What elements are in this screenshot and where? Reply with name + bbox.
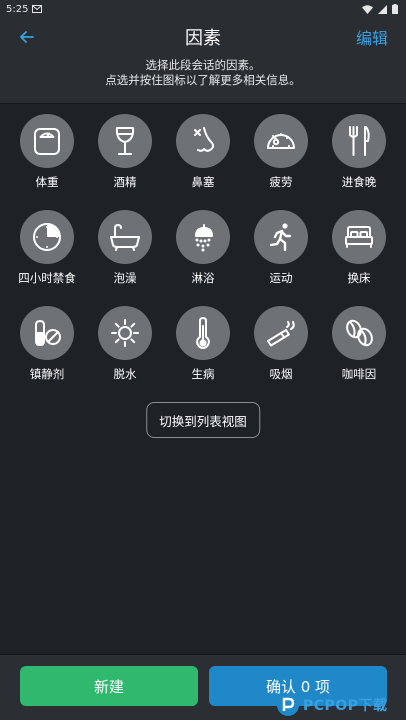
scale-icon [34, 128, 60, 155]
factor-illness[interactable]: 生病 [175, 306, 231, 382]
factor-sedatives[interactable]: 镇静剂 [19, 306, 75, 382]
factor-label: 脱水 [113, 367, 137, 381]
page-title: 因素 [185, 28, 221, 49]
cigarette-icon [267, 321, 295, 347]
factor-circle [176, 210, 230, 264]
factor-bath[interactable]: 泡澡 [97, 210, 153, 286]
factor-circle [20, 306, 74, 360]
factor-circle [98, 306, 152, 360]
factor-label: 泡澡 [113, 271, 137, 285]
instructions: 选择此段会话的因素。 点选并按住图标以了解更多相关信息。 [0, 58, 406, 88]
instructions-line-1: 选择此段会话的因素。 [145, 58, 261, 72]
status-time: 5:25 [6, 3, 29, 15]
clock-pie-icon [33, 223, 61, 251]
factor-circle [254, 114, 308, 168]
factor-circle [254, 306, 308, 360]
factor-circle [20, 114, 74, 168]
factor-fatigue[interactable]: 疲劳 [253, 114, 309, 190]
watermark-text: PCPOP下载 [303, 698, 388, 714]
factor-label: 咖啡因 [341, 367, 377, 381]
factor-label: 运动 [269, 271, 293, 285]
factor-row: 四小时禁食 泡澡 淋浴 运动 换床 [0, 210, 406, 286]
factor-label: 换床 [347, 271, 371, 285]
gmail-icon [32, 5, 43, 13]
coffee-bean-icon [346, 319, 373, 347]
pcpop-logo-icon [277, 694, 299, 716]
factor-label: 进食晚 [341, 175, 377, 189]
pills-icon [35, 320, 61, 346]
signal-icon [378, 4, 387, 14]
factor-alcohol[interactable]: 酒精 [97, 114, 153, 190]
factor-row: 体重 酒精 鼻塞 疲劳 进食晚 [0, 114, 406, 190]
wifi-icon [362, 4, 373, 14]
factor-circle [332, 210, 386, 264]
factor-circle [98, 210, 152, 264]
factor-label: 镇静剂 [29, 367, 65, 381]
factor-label: 淋浴 [191, 271, 215, 285]
factor-label: 四小时禁食 [18, 271, 76, 285]
battery-icon [392, 4, 398, 14]
sun-icon [111, 319, 139, 347]
new-button[interactable]: 新建 [20, 666, 198, 706]
nose-icon [194, 127, 215, 152]
thermometer-icon [196, 317, 210, 349]
status-left: 5:25 [6, 3, 43, 15]
factor-circle [98, 114, 152, 168]
factor-label: 疲劳 [269, 175, 293, 189]
status-bar: 5:25 [0, 0, 406, 18]
factor-caffeine[interactable]: 咖啡因 [331, 306, 387, 382]
factor-circle [176, 306, 230, 360]
factor-circle [176, 114, 230, 168]
header: 因素 编辑 选择此段会话的因素。 点选并按住图标以了解更多相关信息。 [0, 18, 406, 104]
gauge-icon [267, 133, 295, 149]
factor-label: 酒精 [113, 175, 137, 189]
instructions-line-2: 点选并按住图标以了解更多相关信息。 [105, 73, 301, 87]
factor-congestion[interactable]: 鼻塞 [175, 114, 231, 190]
running-icon [269, 223, 292, 252]
factor-label: 生病 [191, 367, 215, 381]
switch-to-list-view-button[interactable]: 切换到列表视图 [146, 402, 260, 438]
shower-icon [195, 224, 213, 252]
factor-label: 鼻塞 [191, 175, 215, 189]
bed-icon [345, 226, 373, 248]
factor-circle [20, 210, 74, 264]
factor-shower[interactable]: 淋浴 [175, 210, 231, 286]
fork-knife-icon [349, 126, 370, 156]
factor-change-bed[interactable]: 换床 [331, 210, 387, 286]
status-right [362, 4, 398, 14]
factor-circle [254, 210, 308, 264]
bathtub-icon [110, 224, 140, 251]
wine-glass-icon [115, 127, 135, 155]
factor-circle [332, 114, 386, 168]
factor-label: 吸烟 [269, 367, 293, 381]
factor-weight[interactable]: 体重 [19, 114, 75, 190]
factor-row: 镇静剂 脱水 生病 吸烟 咖啡因 [0, 306, 406, 382]
edit-button[interactable]: 编辑 [356, 25, 388, 49]
factor-late-meal[interactable]: 进食晚 [331, 114, 387, 190]
factor-fasting[interactable]: 四小时禁食 [18, 210, 76, 286]
factor-dehydration[interactable]: 脱水 [97, 306, 153, 382]
factor-grid: 体重 酒精 鼻塞 疲劳 进食晚 四小时禁食 泡澡 淋浴 运动 换床 镇静剂 脱水… [0, 114, 406, 402]
watermark: PCPOP下载 [276, 692, 402, 718]
factor-exercise[interactable]: 运动 [253, 210, 309, 286]
factor-smoking[interactable]: 吸烟 [253, 306, 309, 382]
factor-circle [332, 306, 386, 360]
factor-label: 体重 [35, 175, 59, 189]
